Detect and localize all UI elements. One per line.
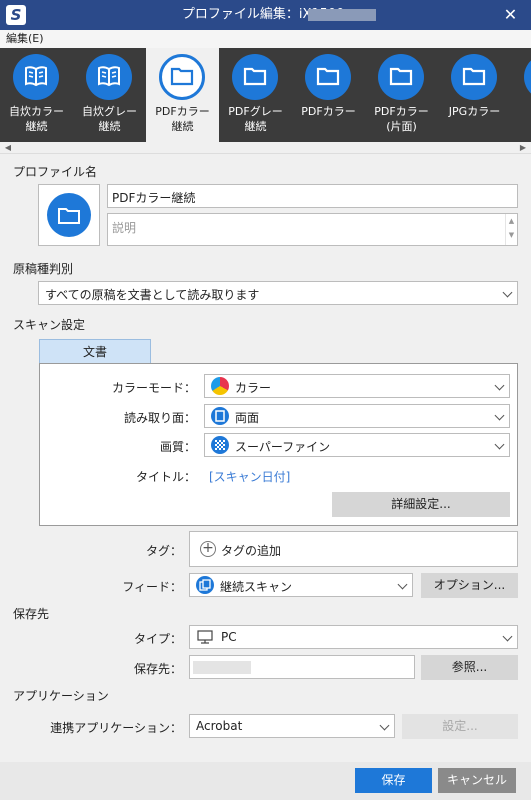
profile-tile-label: 自炊グレー 継続 bbox=[82, 105, 137, 133]
profile-tile-label: PDFカラー 継続 bbox=[155, 105, 210, 133]
destination-path-label: 保存先： bbox=[133, 662, 182, 676]
chevron-down-icon bbox=[502, 631, 513, 642]
profile-tile[interactable]: PDFカラー 継続 bbox=[146, 48, 219, 142]
chevron-down-icon bbox=[494, 380, 505, 391]
doc-type-select[interactable]: すべての原稿を文書として読み取ります bbox=[38, 281, 518, 305]
description-input[interactable]: 説明 ▲ ▼ bbox=[107, 213, 518, 246]
folder-icon bbox=[451, 54, 497, 100]
resolution-icon bbox=[211, 436, 229, 454]
tags-field[interactable]: + タグの追加 bbox=[189, 531, 518, 567]
profile-icon-button[interactable] bbox=[38, 184, 100, 246]
folder-icon bbox=[305, 54, 351, 100]
redacted-serial bbox=[308, 9, 376, 21]
title-bar: プロファイル編集：iX1500- S ✕ bbox=[0, 0, 531, 30]
profile-strip: 自炊カラー 継続 自炊グレー 継続 PDFカラー 継続 PDFグレー 継続 PDFカラー… bbox=[0, 48, 531, 142]
profile-tile[interactable]: 自炊グレー 継続 bbox=[73, 48, 146, 142]
profile-tile[interactable]: PDFグレー 継続 bbox=[219, 48, 292, 142]
app-settings-button[interactable]: 設定... bbox=[402, 714, 518, 739]
description-scrollbar[interactable]: ▲ ▼ bbox=[505, 214, 517, 245]
quality-select[interactable]: スーパーファイン bbox=[204, 433, 510, 457]
folder-icon bbox=[47, 193, 91, 237]
folder-icon bbox=[378, 54, 424, 100]
cloud-icon bbox=[524, 54, 531, 100]
app-logo-icon: S bbox=[6, 5, 26, 25]
pc-icon bbox=[197, 630, 213, 647]
profile-tile-label: PDFグレー 継続 bbox=[228, 105, 283, 133]
profile-tile[interactable]: JPGカラー bbox=[438, 48, 511, 142]
browse-button[interactable]: 参照... bbox=[421, 655, 518, 680]
profile-tile-label: PDFカラー bbox=[301, 105, 356, 118]
color-icon bbox=[211, 377, 229, 395]
redacted-path bbox=[193, 661, 251, 674]
continuous-scan-icon bbox=[196, 576, 214, 594]
chevron-down-icon bbox=[379, 720, 390, 731]
menu-edit[interactable]: 編集(E) bbox=[6, 31, 44, 47]
chevron-down-icon bbox=[494, 439, 505, 450]
add-icon: + bbox=[200, 541, 216, 557]
feed-label: フィード： bbox=[122, 580, 182, 594]
feed-select[interactable]: 継続スキャン bbox=[189, 573, 413, 597]
tags-label: タグ： bbox=[145, 544, 182, 558]
window-title: プロファイル編集：iX1500- bbox=[181, 7, 350, 22]
destination-label: 保存先 bbox=[13, 607, 50, 621]
linked-app-select[interactable]: Acrobat bbox=[189, 714, 395, 738]
destination-type-select[interactable]: PC bbox=[189, 625, 518, 649]
profile-scrollbar[interactable]: ◀ ▶ bbox=[0, 142, 531, 154]
linked-app-label: 連携アプリケーション： bbox=[50, 721, 182, 735]
application-label: アプリケーション bbox=[13, 689, 109, 703]
folder-icon bbox=[232, 54, 278, 100]
duplex-icon bbox=[211, 407, 229, 425]
profile-tile[interactable]: Sc Clo bbox=[511, 48, 531, 142]
profile-tile[interactable]: 自炊カラー 継続 bbox=[0, 48, 73, 142]
profile-name-input[interactable]: PDFカラー継続 bbox=[107, 184, 518, 208]
profile-tile[interactable]: PDFカラー bbox=[292, 48, 365, 142]
profile-tile[interactable]: PDFカラー (片面) bbox=[365, 48, 438, 142]
scroll-left-icon[interactable]: ◀ bbox=[2, 142, 14, 154]
destination-type-label: タイプ： bbox=[133, 632, 182, 646]
scroll-right-icon[interactable]: ▶ bbox=[517, 142, 529, 154]
color-mode-select[interactable]: カラー bbox=[204, 374, 510, 398]
profile-tile-label: PDFカラー (片面) bbox=[374, 105, 429, 133]
chevron-down-icon bbox=[397, 579, 408, 590]
cancel-button[interactable]: キャンセル bbox=[438, 768, 516, 793]
scan-side-select[interactable]: 両面 bbox=[204, 404, 510, 428]
profile-tile-label: 自炊カラー 継続 bbox=[9, 105, 64, 133]
tab-document[interactable]: 文書 bbox=[39, 339, 151, 364]
chevron-down-icon bbox=[494, 410, 505, 421]
profile-name-label: プロファイル名 bbox=[13, 165, 98, 179]
title-link[interactable]: [スキャン日付] bbox=[209, 468, 290, 485]
detail-settings-button[interactable]: 詳細設定... bbox=[332, 492, 510, 517]
save-button[interactable]: 保存 bbox=[355, 768, 432, 793]
color-mode-label: カラーモード： bbox=[111, 381, 196, 395]
scan-settings-label: スキャン設定 bbox=[13, 318, 86, 332]
book-icon bbox=[13, 54, 59, 100]
quality-label: 画質： bbox=[159, 440, 196, 454]
profile-tile-label: JPGカラー bbox=[448, 105, 501, 118]
menu-bar: 編集(E) bbox=[0, 30, 531, 48]
title-label: タイトル： bbox=[135, 470, 196, 484]
scan-side-label: 読み取り面： bbox=[123, 411, 196, 425]
footer-bar: 保存 キャンセル bbox=[0, 762, 531, 800]
doc-type-label: 原稿種判別 bbox=[13, 262, 74, 276]
profile-tile-label: Sc Clo bbox=[511, 104, 531, 134]
book-icon bbox=[86, 54, 132, 100]
folder-icon bbox=[159, 54, 205, 100]
add-tag-label[interactable]: タグの追加 bbox=[221, 542, 281, 559]
feed-option-button[interactable]: オプション... bbox=[421, 573, 518, 598]
chevron-down-icon bbox=[502, 287, 513, 298]
destination-path-input[interactable] bbox=[189, 655, 415, 679]
close-button[interactable]: ✕ bbox=[490, 0, 531, 30]
